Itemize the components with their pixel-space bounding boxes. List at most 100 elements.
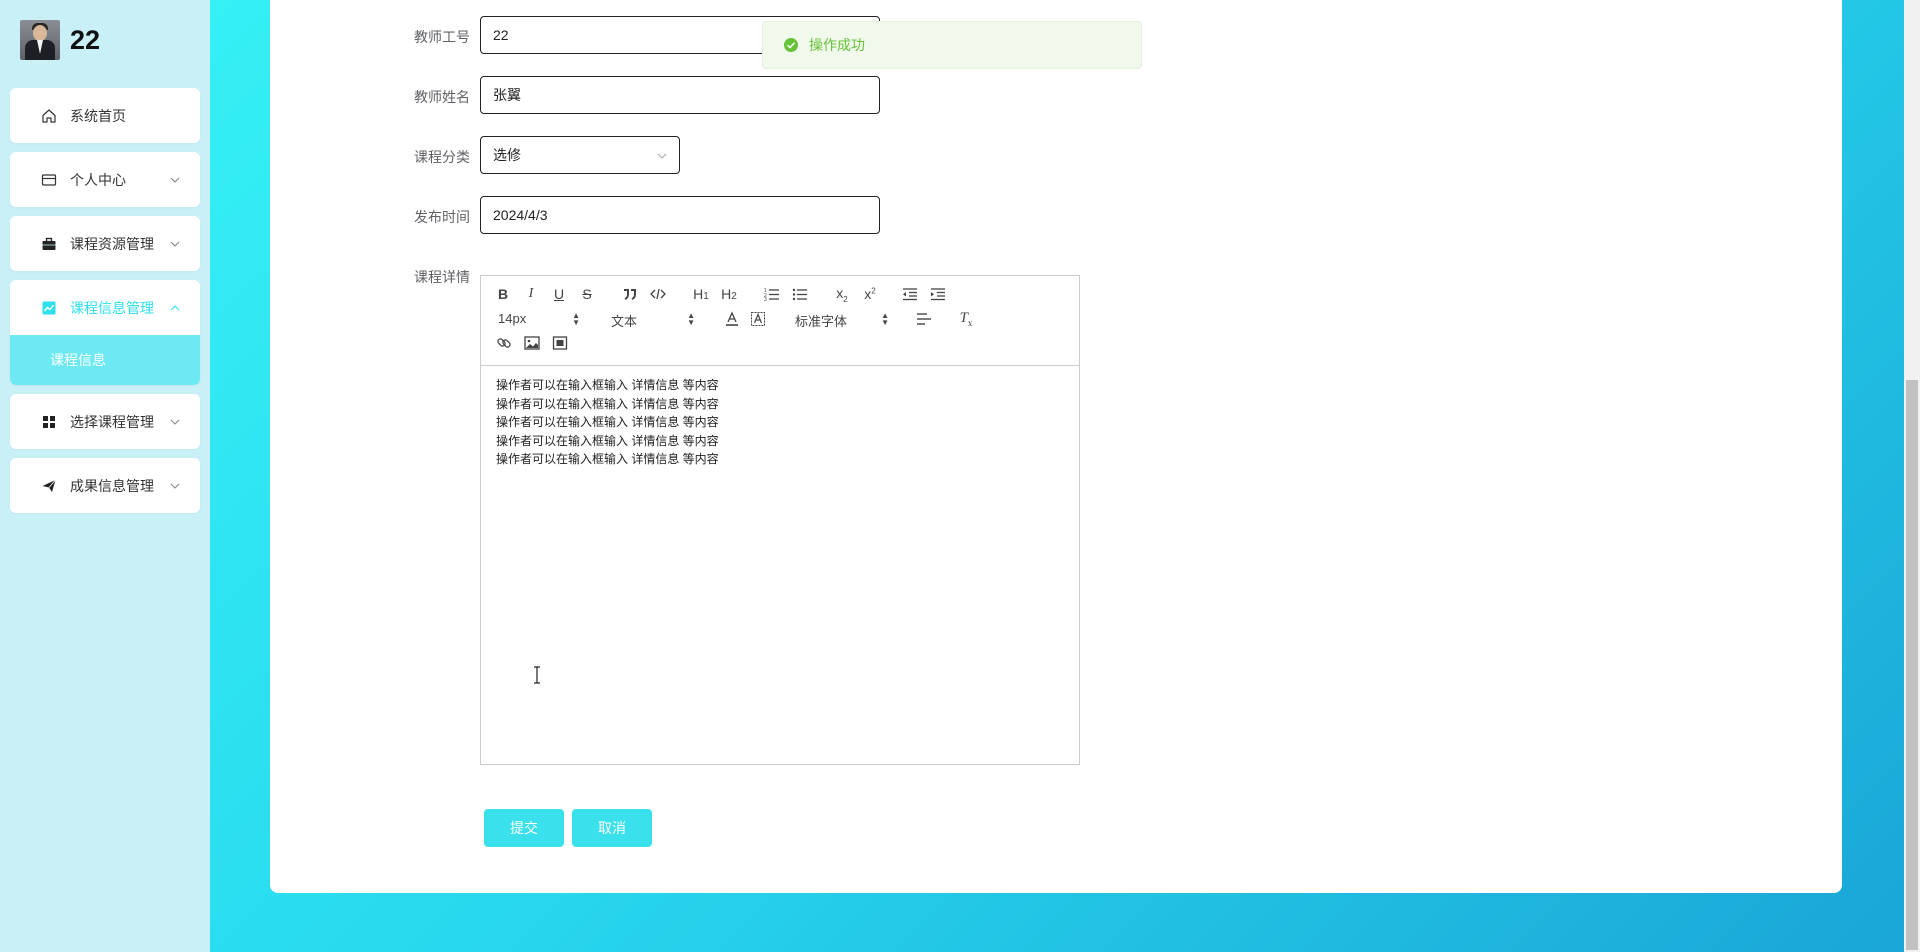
editor-toolbar: B I U S H1 H2 123 x2 x2 14px ▲ ▼ 文本 ▲ ▼ … — [481, 276, 1079, 366]
sidebar-subitem-course-info[interactable]: 课程信息 — [10, 335, 200, 385]
header-picker[interactable]: 文本 ▲ ▼ — [611, 311, 695, 330]
subscript-button[interactable]: x2 — [833, 284, 851, 304]
menu-card-home: 系统首页 — [10, 88, 200, 143]
text-cursor-icon — [534, 666, 540, 684]
clear-format-icon: Tx — [959, 310, 973, 328]
sidebar-item-achievements[interactable]: 成果信息管理 — [10, 458, 200, 513]
sidebar-item-personal[interactable]: 个人中心 — [10, 152, 200, 207]
font-size-value: 14px — [498, 311, 527, 326]
bullet-list-button[interactable] — [791, 286, 809, 302]
publish-time-label: 发布时间 — [414, 209, 470, 225]
code-block-button[interactable] — [649, 286, 667, 302]
editor-line: 操作者可以在输入框输入 详情信息 等内容 — [496, 415, 719, 429]
align-button[interactable] — [915, 311, 933, 327]
bullet-list-icon — [792, 288, 807, 301]
clean-format-button[interactable]: Tx — [957, 310, 975, 328]
heading-2-icon: H2 — [721, 286, 737, 302]
publish-time-field[interactable] — [480, 196, 880, 234]
header-value: 文本 — [611, 314, 638, 329]
chevron-down-icon — [170, 177, 180, 183]
up-down-icon: ▲ ▼ — [881, 311, 889, 327]
indent-icon — [931, 288, 945, 301]
teacher-name-field[interactable] — [480, 76, 880, 114]
scrollbar-thumb[interactable] — [1906, 380, 1918, 950]
h1-button[interactable]: H1 — [691, 286, 711, 302]
font-family-picker[interactable]: 标准字体 ▲ ▼ — [795, 311, 889, 330]
image-button[interactable] — [523, 335, 541, 351]
toast-message: 操作成功 — [809, 37, 865, 53]
home-icon — [42, 108, 56, 123]
chevron-down-icon — [170, 419, 180, 425]
blockquote-button[interactable] — [621, 286, 639, 302]
cancel-button[interactable]: 取消 — [572, 809, 652, 847]
h2-button[interactable]: H2 — [719, 286, 739, 302]
indent-button[interactable] — [929, 286, 947, 302]
sidebar-subitem-label: 课程信息 — [50, 352, 106, 368]
briefcase-icon — [42, 237, 56, 250]
sidebar: 22 系统首页 个人中心 课程资源管理 课程信息管理 课程信息 选择课程管理 成… — [0, 0, 210, 952]
sidebar-item-label: 课程信息管理 — [70, 299, 154, 316]
subscript-icon: x2 — [836, 284, 848, 304]
highlight-color-icon — [751, 312, 765, 326]
category-select[interactable]: 选修 — [480, 136, 680, 174]
sidebar-item-course-select[interactable]: 选择课程管理 — [10, 394, 200, 449]
quote-icon — [624, 289, 636, 300]
category-value: 选修 — [493, 147, 521, 163]
chevron-up-icon — [170, 304, 180, 310]
sidebar-item-course-info[interactable]: 课程信息管理 — [10, 280, 200, 335]
publish-time-input[interactable] — [493, 207, 879, 223]
strikethrough-icon: S — [582, 286, 592, 302]
user-block: 22 — [20, 19, 100, 61]
superscript-icon: x2 — [864, 286, 876, 302]
chevron-down-icon — [170, 483, 180, 489]
font-size-picker[interactable]: 14px ▲ ▼ — [498, 311, 580, 327]
teacher-name-label: 教师姓名 — [414, 89, 470, 105]
avatar[interactable] — [20, 20, 60, 60]
ordered-list-button[interactable]: 123 — [763, 286, 781, 302]
grid-icon — [43, 415, 55, 428]
bold-icon: B — [497, 286, 509, 302]
menu-card-course-info: 课程信息管理 课程信息 — [10, 280, 200, 385]
sidebar-item-resources[interactable]: 课程资源管理 — [10, 216, 200, 271]
sidebar-item-label: 成果信息管理 — [70, 477, 154, 494]
link-icon — [497, 338, 511, 348]
rich-text-editor: B I U S H1 H2 123 x2 x2 14px ▲ ▼ 文本 ▲ ▼ … — [480, 275, 1080, 765]
video-button[interactable] — [551, 335, 569, 351]
italic-icon: I — [528, 286, 534, 301]
editor-content[interactable]: 操作者可以在输入框输入 详情信息 等内容 操作者可以在输入框输入 详情信息 等内… — [496, 376, 719, 469]
trend-chart-icon — [42, 301, 56, 314]
paper-plane-icon — [42, 479, 56, 492]
editor-line: 操作者可以在输入框输入 详情信息 等内容 — [496, 433, 719, 448]
bold-button[interactable]: B — [495, 286, 511, 302]
font-family-value: 标准字体 — [795, 314, 848, 329]
sidebar-item-home[interactable]: 系统首页 — [10, 88, 200, 143]
superscript-button[interactable]: x2 — [861, 286, 879, 302]
teacher-id-label: 教师工号 — [414, 29, 470, 45]
video-icon — [552, 336, 568, 350]
underline-button[interactable]: U — [551, 286, 567, 302]
sidebar-item-label: 系统首页 — [70, 107, 126, 124]
sidebar-item-label: 选择课程管理 — [70, 413, 154, 430]
align-left-icon — [917, 313, 931, 325]
editor-line: 操作者可以在输入框输入 详情信息 等内容 — [496, 378, 719, 392]
up-down-icon: ▲ ▼ — [687, 311, 695, 327]
strike-button[interactable]: S — [579, 286, 595, 302]
menu-card-resources: 课程资源管理 — [10, 216, 200, 271]
svg-text:3: 3 — [764, 297, 767, 301]
category-label: 课程分类 — [414, 149, 470, 165]
submit-button[interactable]: 提交 — [484, 809, 564, 847]
font-color-button[interactable] — [723, 310, 741, 328]
italic-button[interactable]: I — [523, 286, 539, 302]
background-color-button[interactable] — [749, 310, 767, 328]
chevron-down-icon — [657, 153, 667, 159]
editor-line: 操作者可以在输入框输入 详情信息 等内容 — [496, 452, 719, 466]
outdent-button[interactable] — [901, 286, 919, 302]
link-button[interactable] — [495, 335, 513, 351]
card-icon — [41, 173, 57, 186]
page-scrollbar[interactable] — [1904, 0, 1920, 952]
code-icon — [650, 288, 666, 300]
teacher-name-input[interactable] — [493, 87, 879, 103]
sidebar-item-label: 个人中心 — [70, 171, 126, 188]
image-icon — [524, 336, 540, 350]
underline-icon: U — [553, 286, 565, 302]
